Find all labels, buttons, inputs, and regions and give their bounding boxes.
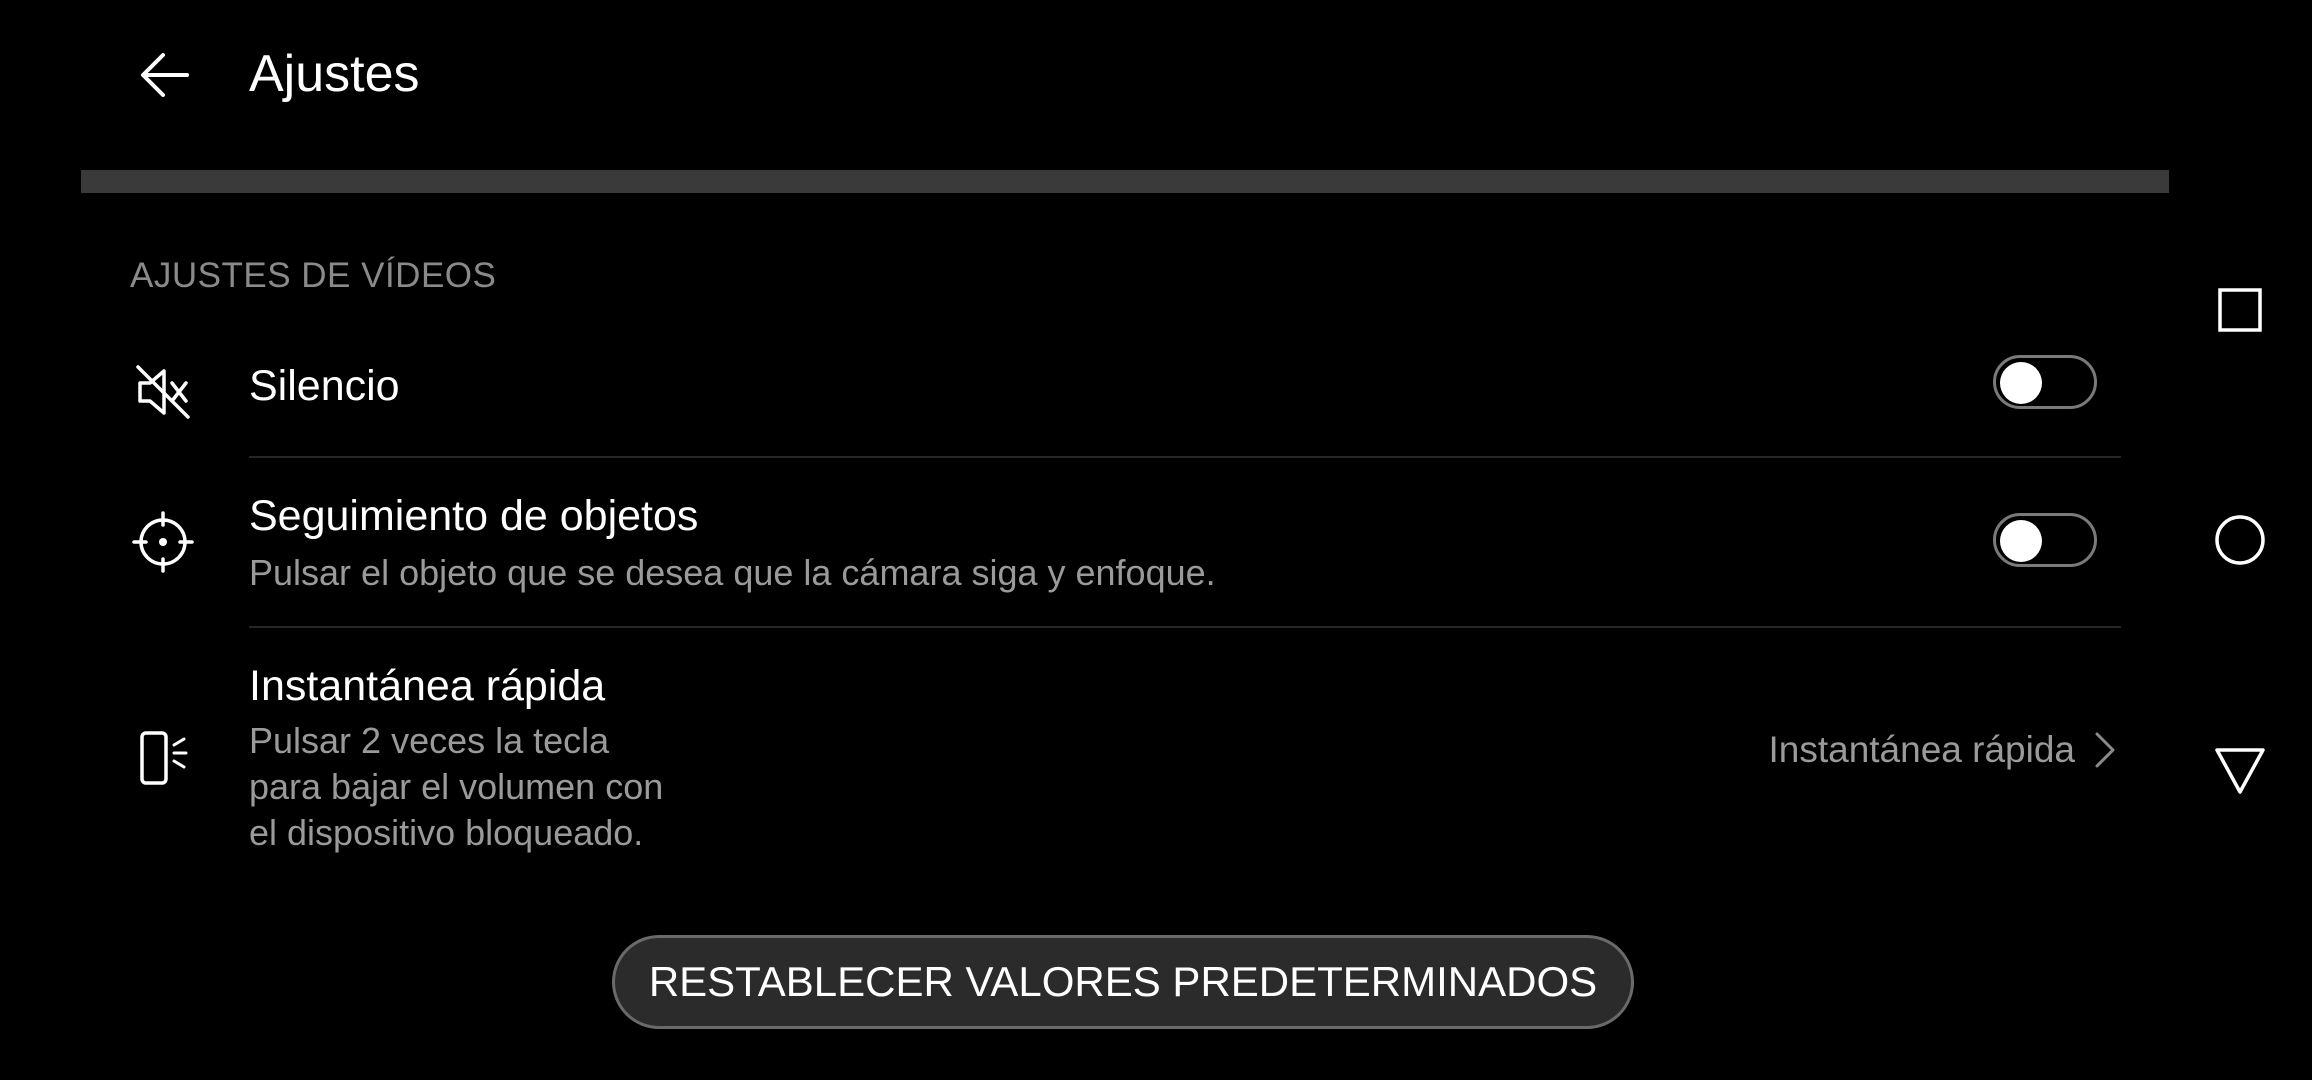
top-app-bar: Ajustes: [0, 0, 2170, 150]
circle-home-icon: [2215, 515, 2265, 565]
back-button[interactable]: [125, 35, 205, 115]
setting-subtitle: Pulsar el objeto que se desea que la cám…: [249, 552, 1216, 593]
setting-subtitle: Pulsar 2 veces la tecla para bajar el vo…: [249, 718, 663, 856]
row-divider: [249, 626, 2121, 628]
row-divider: [249, 456, 2121, 458]
instantanea-value-link[interactable]: Instantánea rápida: [1768, 728, 2121, 772]
recents-button[interactable]: [2200, 270, 2280, 350]
subtitle-line: el dispositivo bloqueado.: [249, 812, 644, 853]
silencio-toggle[interactable]: [1993, 355, 2097, 409]
reset-defaults-button[interactable]: RESTABLECER VALORES PREDETERMINADOS: [612, 935, 1634, 1029]
setting-title: Seguimiento de objetos: [249, 492, 699, 540]
square-recents-icon: [2218, 288, 2262, 332]
subtitle-line: Pulsar 2 veces la tecla: [249, 720, 610, 761]
home-button[interactable]: [2200, 500, 2280, 580]
chevron-right-icon: [2093, 728, 2121, 772]
arrow-left-icon: [141, 53, 189, 97]
setting-row-silencio[interactable]: Silencio: [81, 330, 2121, 458]
section-header-video-settings: AJUSTES DE VÍDEOS: [130, 256, 497, 295]
setting-row-instantanea-rapida[interactable]: Instantánea rápida Pulsar 2 veces la tec…: [81, 630, 2121, 870]
system-navigation-bar: [2170, 0, 2312, 1080]
crosshair-target-icon: [129, 508, 197, 576]
toggle-knob: [2000, 362, 2042, 404]
phone-volume-key-icon: [129, 724, 197, 792]
header-divider: [81, 170, 2169, 193]
settings-screen: Ajustes AJUSTES DE VÍDEOS Silencio Segui…: [0, 0, 2312, 1080]
subtitle-line: para bajar el volumen con: [249, 766, 664, 807]
seguimiento-toggle[interactable]: [1993, 513, 2097, 567]
back-nav-button[interactable]: [2200, 730, 2280, 810]
setting-title: Silencio: [249, 362, 400, 410]
setting-title: Instantánea rápida: [249, 662, 606, 710]
setting-row-seguimiento-objetos[interactable]: Seguimiento de objetos Pulsar el objeto …: [81, 460, 2121, 628]
speaker-muted-icon: [129, 358, 197, 426]
toggle-knob: [2000, 520, 2042, 562]
triangle-back-icon: [2215, 748, 2265, 794]
setting-value: Instantánea rápida: [1768, 729, 2075, 770]
page-title: Ajustes: [249, 45, 420, 103]
